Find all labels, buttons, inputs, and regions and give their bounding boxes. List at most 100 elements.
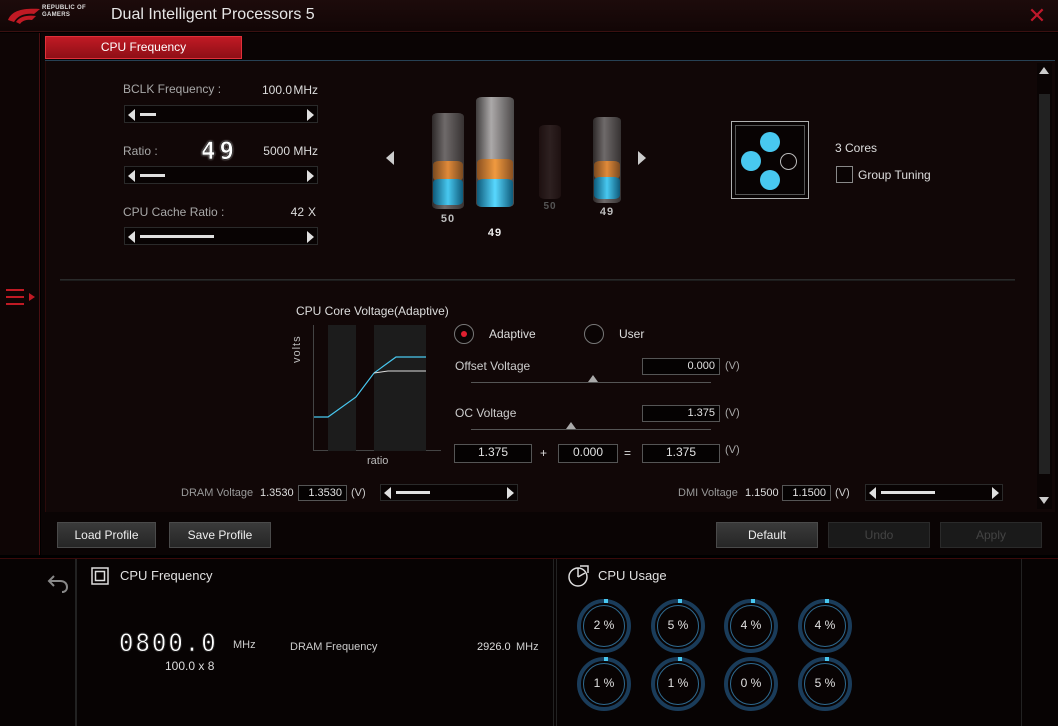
scroll-down-arrow[interactable]	[1039, 497, 1049, 504]
bclk-label: BCLK Frequency :	[123, 82, 222, 96]
core-usage-value: 1 %	[593, 676, 615, 690]
dram-voltage-fill	[396, 491, 430, 494]
core-dot-left[interactable]	[741, 151, 761, 171]
dmi-voltage-decrease-arrow[interactable]	[869, 487, 876, 499]
dmi-voltage-current: 1.1500	[745, 487, 779, 499]
core-usage-value: 5 %	[814, 676, 836, 690]
dram-frequency-unit: MHz	[516, 641, 539, 653]
bclk-slider[interactable]	[124, 105, 318, 123]
offset-voltage-track[interactable]	[471, 382, 711, 383]
dmi-voltage-fill	[881, 491, 935, 494]
cache-increase-arrow[interactable]	[307, 231, 314, 243]
dram-voltage-input[interactable]: 1.3530	[298, 485, 347, 501]
group-tuning-label: Group Tuning	[858, 168, 931, 182]
ring-tick	[678, 657, 682, 661]
core-dot-bottom[interactable]	[760, 170, 780, 190]
offset-voltage-thumb[interactable]	[588, 375, 598, 382]
dram-voltage-current: 1.3530	[260, 487, 294, 499]
offset-voltage-input[interactable]: 0.000	[642, 358, 720, 375]
core-usage-ring: 5 %	[651, 599, 705, 653]
scroll-thumb[interactable]	[1039, 94, 1050, 474]
voltage-curve	[314, 356, 426, 418]
scrollbar[interactable]	[1037, 63, 1052, 509]
undo-button[interactable]: Undo	[828, 522, 930, 548]
offset-voltage-label: Offset Voltage	[455, 359, 531, 373]
back-arrow-icon[interactable]	[46, 573, 70, 593]
core-usage-ring: 1 %	[651, 657, 705, 711]
dram-voltage-unit: (V)	[351, 487, 366, 499]
load-profile-button[interactable]: Load Profile	[57, 522, 156, 548]
back-area	[40, 559, 76, 726]
dram-frequency-value: 2926.0	[477, 641, 511, 653]
voltage-graph	[313, 325, 441, 451]
dmi-voltage-input[interactable]: 1.1500	[782, 485, 831, 501]
voltage-graph-title: CPU Core Voltage(Adaptive)	[296, 304, 449, 318]
user-radio[interactable]	[584, 324, 604, 344]
save-profile-button[interactable]: Save Profile	[169, 522, 271, 548]
ring-tick	[825, 599, 829, 603]
cache-decrease-arrow[interactable]	[128, 231, 135, 243]
core-usage-value: 1 %	[667, 676, 689, 690]
dram-voltage-increase-arrow[interactable]	[507, 487, 514, 499]
cache-slider-fill	[140, 235, 214, 238]
cores-next-arrow[interactable]	[638, 151, 646, 165]
ratio-big-value: 49	[201, 137, 238, 166]
ratio-slider[interactable]	[124, 166, 318, 184]
tab-cpu-frequency[interactable]: CPU Frequency	[45, 36, 242, 59]
apply-button[interactable]: Apply	[940, 522, 1042, 548]
menu-icon[interactable]	[6, 286, 36, 308]
cpu-frequency-value: 0800.0	[119, 629, 218, 658]
voltage-sum-b: 0.000	[558, 444, 618, 463]
core-usage-ring: 4 %	[798, 599, 852, 653]
default-button[interactable]: Default	[716, 522, 818, 548]
group-tuning-checkbox[interactable]	[836, 166, 853, 183]
sum-unit: (V)	[725, 444, 740, 456]
bclk-decrease-arrow[interactable]	[128, 109, 135, 121]
monitor-panel: CPU Frequency 0800.0 MHz 100.0 x 8 DRAM …	[0, 558, 1058, 726]
adaptive-radio[interactable]	[454, 324, 474, 344]
bclk-slider-fill	[140, 113, 156, 116]
ring-tick	[825, 657, 829, 661]
core-dot-top[interactable]	[760, 132, 780, 152]
cpu-frequency-title: CPU Frequency	[120, 568, 213, 583]
bclk-increase-arrow[interactable]	[307, 109, 314, 121]
dmi-voltage-slider[interactable]	[865, 484, 1003, 501]
cylinder-cyan-band	[477, 179, 513, 207]
cache-value: 42	[290, 205, 304, 219]
bclk-value: 100.0	[261, 83, 292, 97]
ring-tick	[604, 599, 608, 603]
oc-voltage-track[interactable]	[471, 429, 711, 430]
oc-voltage-thumb[interactable]	[566, 422, 576, 429]
core-usage-value: 0 %	[740, 676, 762, 690]
ratio-label: Ratio :	[123, 144, 158, 158]
ratio-increase-arrow[interactable]	[307, 170, 314, 182]
dram-voltage-decrease-arrow[interactable]	[384, 487, 391, 499]
core-usage-value: 2 %	[593, 618, 615, 632]
dram-frequency-label: DRAM Frequency	[290, 641, 378, 653]
cache-slider[interactable]	[124, 227, 318, 245]
core-ratio-2: 49	[487, 227, 503, 239]
graph-x-axis-label: ratio	[367, 455, 389, 467]
core-usage-ring: 5 %	[798, 657, 852, 711]
dmi-voltage-increase-arrow[interactable]	[992, 487, 999, 499]
scroll-up-arrow[interactable]	[1039, 67, 1049, 74]
core-usage-ring: 1 %	[577, 657, 631, 711]
oc-voltage-input[interactable]: 1.375	[642, 405, 720, 422]
dmi-voltage-unit: (V)	[835, 487, 850, 499]
core-ratio-3: 50	[543, 201, 557, 212]
dram-voltage-slider[interactable]	[380, 484, 518, 501]
core-dot-right[interactable]	[780, 153, 797, 170]
bclk-unit: MHz	[293, 83, 318, 97]
core-selector[interactable]	[731, 121, 809, 199]
close-icon[interactable]: ✕	[1026, 5, 1048, 27]
oc-voltage-unit: (V)	[725, 407, 740, 419]
ratio-slider-fill	[140, 174, 165, 177]
cache-label: CPU Cache Ratio :	[123, 205, 225, 219]
section-divider	[60, 279, 1015, 281]
graph-y-axis-label: volts	[291, 335, 303, 363]
voltage-sum-a: 1.375	[454, 444, 532, 463]
content-area: BCLK Frequency : 100.0 MHz Ratio : 49 50…	[45, 61, 1055, 512]
voltage-sum-result: 1.375	[642, 444, 720, 463]
cores-prev-arrow[interactable]	[386, 151, 394, 165]
ratio-decrease-arrow[interactable]	[128, 170, 135, 182]
